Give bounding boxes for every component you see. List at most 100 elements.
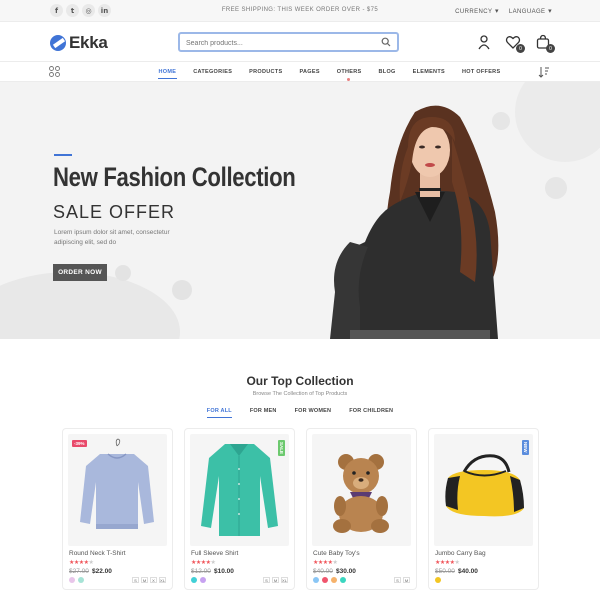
product-rating: ★★★★★ — [69, 559, 94, 566]
price: $10.00 — [214, 568, 234, 575]
color-swatch[interactable] — [78, 577, 84, 583]
sort-icon[interactable] — [538, 66, 550, 78]
discount-tag: -39% — [72, 440, 87, 447]
price: $30.00 — [336, 568, 356, 575]
color-swatch[interactable] — [313, 577, 319, 583]
logo-text: Ekka — [69, 33, 108, 52]
size-option[interactable]: M — [403, 577, 410, 583]
tab-for-women[interactable]: FOR WOMEN — [295, 408, 332, 414]
product-image[interactable] — [312, 434, 411, 546]
size-options: S M XL — [263, 577, 288, 583]
size-options: S M X XL — [132, 577, 166, 583]
shirt-image — [201, 444, 278, 536]
decor-dot — [115, 265, 131, 281]
nav-products[interactable]: PRODUCTS — [241, 69, 291, 75]
collection-tabs: FOR ALL FOR MEN FOR WOMEN FOR CHILDREN — [0, 408, 600, 418]
user-icon[interactable] — [476, 34, 492, 50]
search-box — [178, 32, 399, 52]
color-swatches — [435, 577, 441, 583]
color-swatch[interactable] — [331, 577, 337, 583]
size-option[interactable]: S — [132, 577, 139, 583]
cart-count-badge: 0 — [546, 44, 555, 53]
product-rating: ★★★★★ — [435, 559, 460, 566]
old-price: $27.00 — [69, 568, 89, 575]
nav-others[interactable]: OTHERS — [328, 69, 370, 81]
color-swatch[interactable] — [191, 577, 197, 583]
product-card[interactable]: Cute Baby Toy's ★★★★★ $40.00 $30.00 S M — [306, 428, 417, 590]
color-swatch[interactable] — [322, 577, 328, 583]
product-card[interactable]: SALE Full Sleeve Shirt ★★★★★ $12.00 $10.… — [184, 428, 295, 590]
color-swatches — [69, 577, 84, 583]
collection-title: Our Top Collection — [246, 374, 354, 388]
category-grid-icon[interactable] — [49, 66, 60, 77]
nav-categories[interactable]: CATEGORIES — [185, 69, 241, 75]
search-input[interactable] — [186, 37, 376, 49]
tab-for-all[interactable]: FOR ALL — [206, 408, 232, 418]
collection-subtitle: Browse The Collection of Top Products — [252, 391, 348, 397]
color-swatch[interactable] — [69, 577, 75, 583]
search-icon[interactable] — [381, 37, 391, 47]
size-option[interactable]: XL — [159, 577, 166, 583]
nav-hot-offers[interactable]: HOT OFFERS — [453, 69, 508, 75]
main-nav: HOME CATEGORIES PRODUCTS PAGES OTHERS BL… — [0, 62, 600, 82]
product-card[interactable]: -39% Round Neck T-Shirt ★★★★★ $27.00 $22… — [62, 428, 173, 590]
product-image[interactable]: SALE — [190, 434, 289, 546]
nav-home[interactable]: HOME — [150, 69, 185, 79]
size-option[interactable]: X — [150, 577, 157, 583]
wishlist-button[interactable]: 0 — [505, 34, 525, 53]
cart-button[interactable]: 0 — [535, 34, 555, 53]
logo[interactable]: Ekka — [50, 33, 108, 53]
hero-subtitle: SALE OFFER — [53, 202, 176, 222]
old-price: $50.00 — [435, 568, 455, 575]
size-option[interactable]: M — [272, 577, 279, 583]
hero-model-image — [330, 105, 499, 339]
hero-title: New Fashion Collection — [53, 162, 296, 192]
tab-for-children[interactable]: FOR CHILDREN — [349, 408, 393, 414]
size-options: S M — [394, 577, 410, 583]
new-tag: NEW — [522, 440, 529, 455]
top-bar: f t ◎ in FREE SHIPPING: THIS WEEK ORDER … — [0, 0, 600, 22]
nav-elements[interactable]: ELEMENTS — [404, 69, 453, 75]
price: $40.00 — [458, 568, 478, 575]
product-image[interactable]: -39% — [68, 434, 167, 546]
teddy-bear-image — [333, 454, 389, 533]
tab-for-men[interactable]: FOR MEN — [250, 408, 277, 414]
product-name[interactable]: Cute Baby Toy's — [313, 550, 360, 557]
color-swatch[interactable] — [340, 577, 346, 583]
nav-pages[interactable]: PAGES — [291, 69, 328, 75]
sweater-image — [80, 438, 154, 529]
order-now-button[interactable]: ORDER NOW — [53, 264, 107, 281]
product-image[interactable]: NEW — [434, 434, 533, 546]
old-price: $12.00 — [191, 568, 211, 575]
language-dropdown[interactable]: LANGUAGE — [509, 7, 552, 15]
size-option[interactable]: S — [394, 577, 401, 583]
size-option[interactable]: M — [141, 577, 148, 583]
product-name[interactable]: Round Neck T-Shirt — [69, 550, 126, 557]
product-name[interactable]: Jumbo Carry Bag — [435, 550, 486, 557]
color-swatches — [313, 577, 346, 583]
header: Ekka 0 0 — [0, 22, 600, 62]
currency-dropdown[interactable]: CURRENCY — [455, 7, 499, 15]
sale-tag: SALE — [278, 440, 285, 457]
size-option[interactable]: S — [263, 577, 270, 583]
product-card[interactable]: NEW Jumbo Carry Bag ★★★★★ $50.00 $40.00 — [428, 428, 539, 590]
hero-accent-line — [54, 154, 72, 156]
price: $22.00 — [92, 568, 112, 575]
hero-description: Lorem ipsum dolor sit amet, consectetur … — [54, 229, 170, 246]
nav-blog[interactable]: BLOG — [370, 69, 404, 75]
decor-dot — [172, 280, 192, 300]
color-swatch[interactable] — [435, 577, 441, 583]
decor-blob — [0, 272, 180, 339]
product-name[interactable]: Full Sleeve Shirt — [191, 550, 238, 557]
logo-mark-icon — [50, 35, 66, 51]
color-swatches — [191, 577, 206, 583]
color-swatch[interactable] — [200, 577, 206, 583]
decor-dot — [545, 177, 567, 199]
product-rating: ★★★★★ — [191, 559, 216, 566]
size-option[interactable]: XL — [281, 577, 288, 583]
product-rating: ★★★★★ — [313, 559, 338, 566]
hero-banner: New Fashion Collection SALE OFFER Lorem … — [0, 82, 600, 339]
duffel-bag-image — [445, 454, 524, 517]
old-price: $40.00 — [313, 568, 333, 575]
wishlist-count-badge: 0 — [516, 44, 525, 53]
